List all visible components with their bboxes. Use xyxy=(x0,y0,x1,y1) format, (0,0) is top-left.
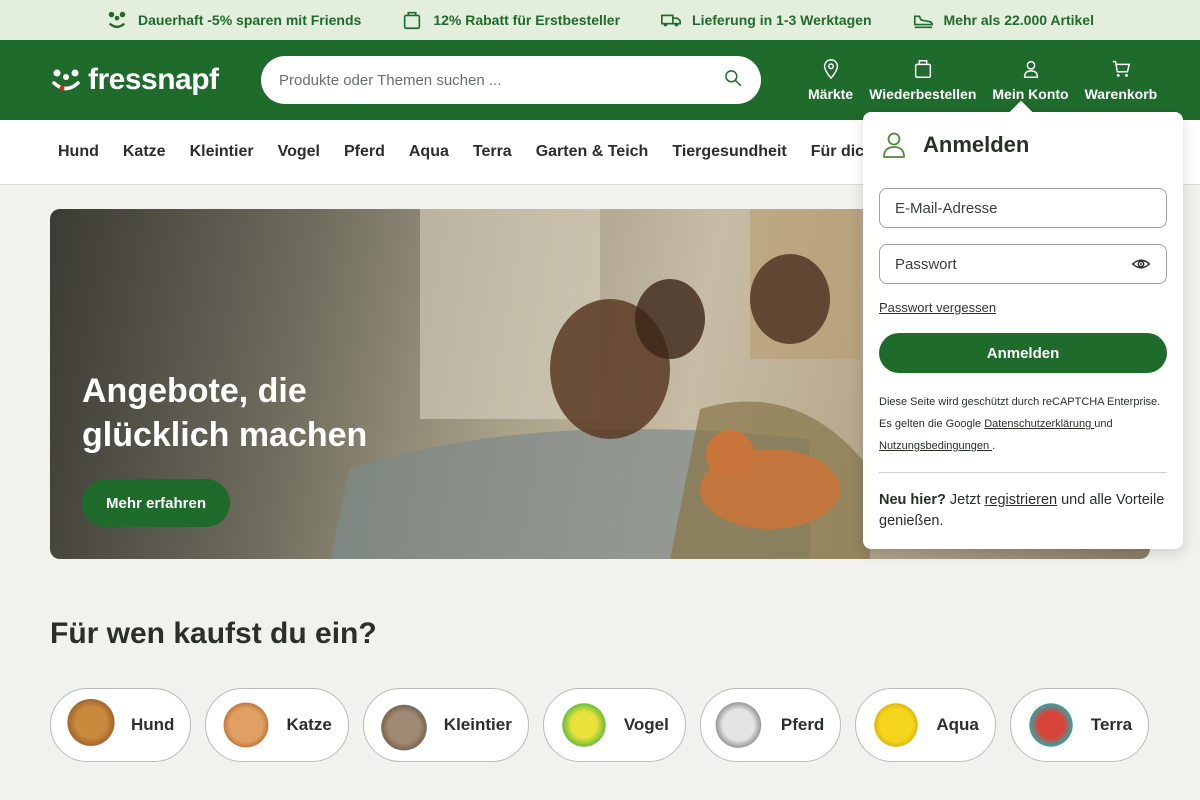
pet-label: Katze xyxy=(286,715,332,734)
reorder-label: Wiederbestellen xyxy=(869,86,977,102)
nav-item-aqua[interactable]: Aqua xyxy=(409,143,449,161)
login-title: Anmelden xyxy=(923,132,1030,157)
friends-icon xyxy=(108,11,126,29)
usp-text: Mehr als 22.000 Artikel xyxy=(943,12,1094,28)
bird-icon xyxy=(557,699,610,751)
recaptcha-end: . xyxy=(992,440,996,452)
reorder-button[interactable]: Wiederbestellen xyxy=(861,58,984,102)
horse-icon xyxy=(714,699,767,751)
recaptcha-notice: Diese Seite wird geschützt durch reCAPTC… xyxy=(879,391,1167,457)
logo-text: fressnapf xyxy=(88,63,219,96)
cart-label: Warenkorb xyxy=(1084,86,1158,102)
nav-item-katze[interactable]: Katze xyxy=(123,143,166,161)
stores-label: Märkte xyxy=(808,86,854,102)
stores-button[interactable]: Märkte xyxy=(800,58,861,102)
recaptcha-text: Es gelten die Google xyxy=(879,418,985,430)
pet-chip-hund[interactable]: Hund xyxy=(50,688,192,762)
register-link[interactable]: registrieren xyxy=(985,492,1058,508)
rabbit-icon xyxy=(377,699,430,751)
pet-label: Pferd xyxy=(780,715,825,734)
password-input[interactable] xyxy=(895,255,1115,273)
usp-text: Dauerhaft -5% sparen mit Friends xyxy=(138,12,362,28)
header-actions: Märkte Wiederbestellen Mein Konto Warenk… xyxy=(800,40,1165,120)
chameleon-icon xyxy=(1024,699,1077,751)
terms-link[interactable]: Nutzungsbedingungen xyxy=(879,440,992,452)
cart-icon xyxy=(1112,60,1131,77)
usp-articles[interactable]: Mehr als 22.000 Artikel xyxy=(912,9,1094,31)
usp-bar: Dauerhaft -5% sparen mit Friends 12% Rab… xyxy=(0,0,1200,40)
nav-item-vogel[interactable]: Vogel xyxy=(278,143,320,161)
divider xyxy=(879,472,1167,473)
new-here-text: Jetzt xyxy=(945,492,985,508)
search-bar[interactable] xyxy=(261,56,761,104)
user-icon xyxy=(1023,60,1038,78)
nav-item-hund[interactable]: Hund xyxy=(58,143,99,161)
pet-chip-aqua[interactable]: Aqua xyxy=(855,688,996,762)
login-submit-button[interactable]: Anmelden xyxy=(879,333,1167,373)
pet-chip-list: Hund Katze Kleintier Vogel Pferd Aqua Te… xyxy=(50,688,1150,762)
pet-label: Terra xyxy=(1090,715,1133,734)
nav-item-kleintier[interactable]: Kleintier xyxy=(190,143,254,161)
hero-cta-button[interactable]: Mehr erfahren xyxy=(82,479,231,527)
usp-delivery[interactable]: Lieferung in 1-3 Werktagen xyxy=(660,9,872,31)
pet-chip-kleintier[interactable]: Kleintier xyxy=(362,688,529,762)
search-button[interactable] xyxy=(723,68,743,93)
reorder-bag-icon xyxy=(914,60,931,78)
pet-chip-katze[interactable]: Katze xyxy=(205,688,349,762)
cart-button[interactable]: Warenkorb xyxy=(1077,58,1166,102)
usp-first-order[interactable]: 12% Rabatt für Erstbesteller xyxy=(401,9,620,31)
pet-label: Kleintier xyxy=(443,715,512,734)
fressnapf-logo[interactable]: fressnapf xyxy=(50,63,261,97)
hero-title: Angebote, die glücklich machen xyxy=(82,372,368,454)
email-input[interactable] xyxy=(895,199,1115,217)
search-input[interactable] xyxy=(279,71,699,89)
password-field[interactable] xyxy=(879,244,1167,284)
user-outline-icon xyxy=(883,132,905,158)
nav-item-terra[interactable]: Terra xyxy=(473,143,512,161)
account-label: Mein Konto xyxy=(992,86,1069,102)
usp-friends[interactable]: Dauerhaft -5% sparen mit Friends xyxy=(106,9,361,31)
pet-chip-vogel[interactable]: Vogel xyxy=(542,688,686,762)
email-field[interactable] xyxy=(879,188,1167,228)
nav-item-tiergesundheit[interactable]: Tiergesundheit xyxy=(672,143,786,161)
search-icon xyxy=(725,69,742,86)
pet-label: Vogel xyxy=(623,715,669,734)
pet-label: Aqua xyxy=(936,715,979,734)
register-prompt: Neu hier? Jetzt registrieren und alle Vo… xyxy=(879,490,1167,532)
nav-item-pferd[interactable]: Pferd xyxy=(344,143,385,161)
truck-icon xyxy=(661,14,682,27)
pet-chip-pferd[interactable]: Pferd xyxy=(699,688,842,762)
forgot-password-link[interactable]: Passwort vergessen xyxy=(879,300,1167,315)
usp-text: 12% Rabatt für Erstbesteller xyxy=(433,12,621,28)
account-button[interactable]: Mein Konto xyxy=(984,58,1076,102)
privacy-link[interactable]: Datenschutzerklärung xyxy=(984,418,1094,430)
login-header: Anmelden xyxy=(879,130,1167,160)
new-here-label: Neu hier? xyxy=(879,492,946,508)
section-title: Für wen kaufst du ein? xyxy=(50,617,377,650)
cat-icon xyxy=(220,699,273,751)
dog-icon xyxy=(65,699,117,751)
bag-icon xyxy=(404,11,421,30)
recaptcha-line3: Nutzungsbedingungen . xyxy=(879,435,1167,457)
pet-chip-terra[interactable]: Terra xyxy=(1009,688,1150,762)
usp-text: Lieferung in 1-3 Werktagen xyxy=(692,12,872,28)
pet-label: Hund xyxy=(131,715,175,734)
fressnapf-logo-icon xyxy=(52,69,80,91)
eye-icon[interactable] xyxy=(1131,254,1151,274)
recaptcha-line2: Es gelten die Google Datenschutzerklärun… xyxy=(879,413,1167,435)
recaptcha-and: und xyxy=(1094,418,1113,430)
login-popover: Anmelden Passwort vergessen Anmelden Die… xyxy=(863,100,1183,549)
location-pin-icon xyxy=(823,59,838,80)
recaptcha-line1: Diese Seite wird geschützt durch reCAPTC… xyxy=(879,396,1161,408)
nav-item-garten-teich[interactable]: Garten & Teich xyxy=(536,143,649,161)
fish-icon xyxy=(870,699,923,751)
shoe-icon xyxy=(913,15,933,29)
